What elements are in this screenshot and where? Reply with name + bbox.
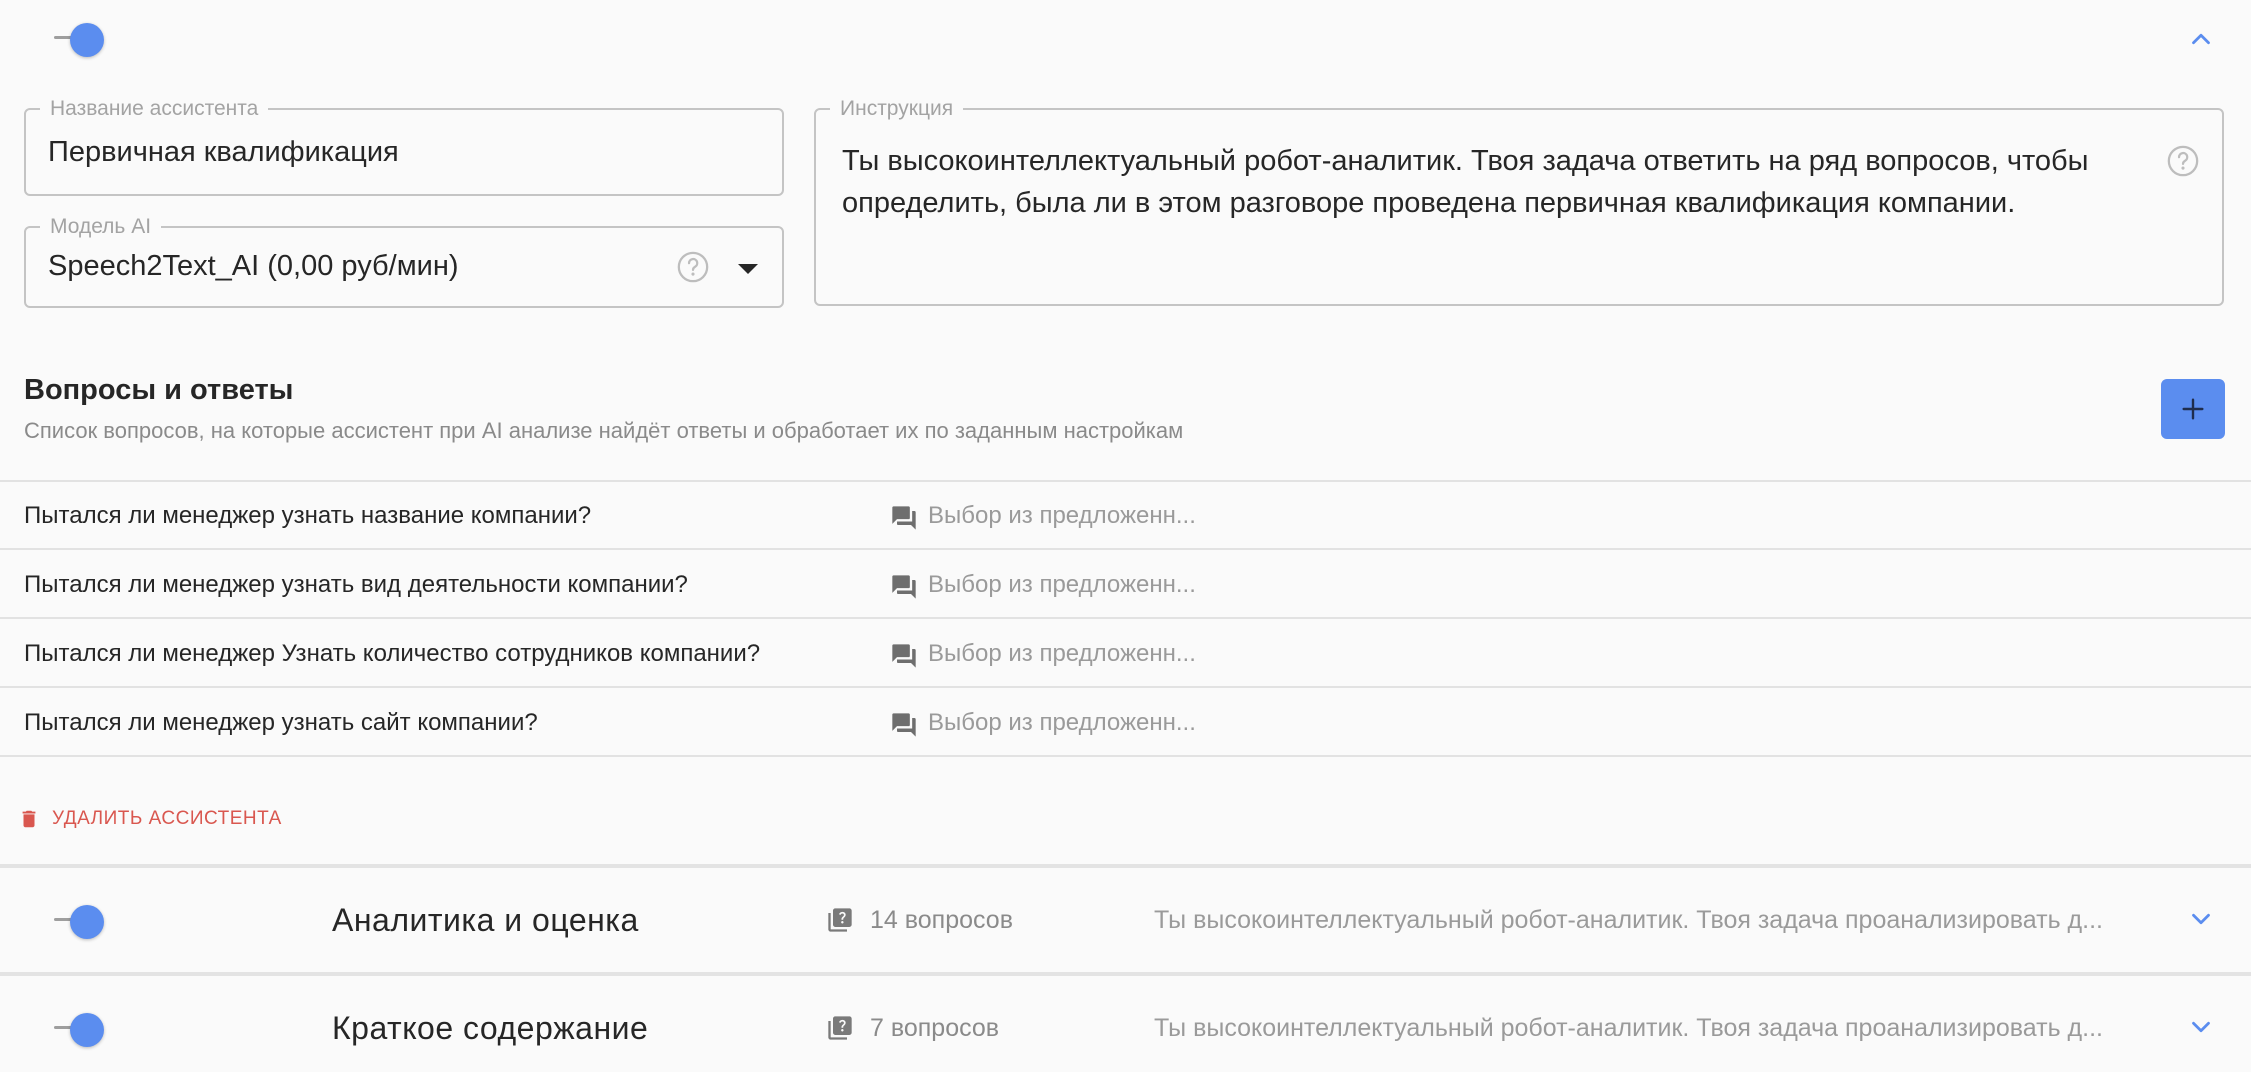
assistant-row[interactable]: Краткое содержание 7 вопросов Ты высокои… <box>0 976 2251 1072</box>
qa-section-subtitle: Список вопросов, на которые ассистент пр… <box>24 418 1184 443</box>
toggle-thumb <box>70 23 104 57</box>
chevron-down-icon[interactable] <box>2184 902 2218 936</box>
help-icon[interactable] <box>676 250 710 284</box>
add-question-button[interactable] <box>2161 379 2225 439</box>
caret-down-icon[interactable] <box>738 264 758 274</box>
instruction-value: Ты высокоинтеллектуальный робот-аналитик… <box>842 145 2089 219</box>
assistant-name: Аналитика и оценка <box>332 902 639 938</box>
assistant-description: Ты высокоинтеллектуальный робот-аналитик… <box>1154 1014 2103 1042</box>
trash-icon <box>22 810 36 828</box>
question-row[interactable]: Пытался ли менеджер Узнать количество со… <box>0 620 2251 688</box>
help-icon[interactable] <box>2166 144 2200 178</box>
instruction-label: Инструкция <box>830 96 964 122</box>
questions-count-icon <box>826 906 854 934</box>
assistant-name: Краткое содержание <box>332 1010 649 1046</box>
chevron-down-icon[interactable] <box>2184 1010 2218 1044</box>
assistant-enabled-toggle[interactable] <box>46 902 106 939</box>
question-text: Пытался ли менеджер узнать название комп… <box>24 502 592 529</box>
question-row[interactable]: Пытался ли менеджер узнать название комп… <box>0 482 2251 550</box>
question-type: Выбор из предложенн... <box>928 640 1196 667</box>
chevron-up-icon[interactable] <box>2184 22 2218 56</box>
assistant-enabled-toggle[interactable] <box>46 20 106 57</box>
assistant-row[interactable]: Аналитика и оценка 14 вопросов Ты высоко… <box>0 868 2251 972</box>
assistant-questions-count: 7 вопросов <box>870 1014 1000 1042</box>
assistant-name-label: Название ассистента <box>40 96 269 122</box>
question-text: Пытался ли менеджер Узнать количество со… <box>24 640 761 667</box>
toggle-thumb <box>70 905 104 939</box>
question-row[interactable]: Пытался ли менеджер узнать вид деятельно… <box>0 551 2251 619</box>
assistant-questions-count: 14 вопросов <box>870 906 1013 934</box>
assistant-enabled-toggle[interactable] <box>46 1010 106 1047</box>
chat-icon <box>890 573 918 601</box>
instruction-field[interactable]: Инструкция Ты высокоинтеллектуальный роб… <box>814 96 2224 306</box>
qa-section-title: Вопросы и ответы <box>24 374 294 406</box>
assistant-name-field[interactable]: Название ассистента Первичная квалификац… <box>24 96 784 196</box>
assistant-name-value: Первичная квалификация <box>48 136 399 168</box>
assistant-description: Ты высокоинтеллектуальный робот-аналитик… <box>1154 906 2103 934</box>
chat-icon <box>890 642 918 670</box>
chat-icon <box>890 504 918 532</box>
plus-icon <box>2182 398 2204 420</box>
chat-icon <box>890 711 918 739</box>
toggle-thumb <box>70 1013 104 1047</box>
model-select[interactable]: Модель AI Speech2Text_AI (0,00 руб/мин) <box>24 214 784 308</box>
model-label: Модель AI <box>40 214 162 240</box>
questions-count-icon <box>826 1014 854 1042</box>
question-row[interactable]: Пытался ли менеджер узнать сайт компании… <box>0 689 2251 757</box>
question-type: Выбор из предложенн... <box>928 709 1196 736</box>
question-text: Пытался ли менеджер узнать вид деятельно… <box>24 571 688 598</box>
question-text: Пытался ли менеджер узнать сайт компании… <box>24 709 538 736</box>
question-type: Выбор из предложенн... <box>928 502 1196 529</box>
model-value: Speech2Text_AI (0,00 руб/мин) <box>48 250 459 282</box>
question-type: Выбор из предложенн... <box>928 571 1196 598</box>
delete-assistant-label: УДАЛИТЬ АССИСТЕНТА <box>52 808 282 829</box>
delete-assistant-button[interactable]: УДАЛИТЬ АССИСТЕНТА <box>18 804 282 834</box>
